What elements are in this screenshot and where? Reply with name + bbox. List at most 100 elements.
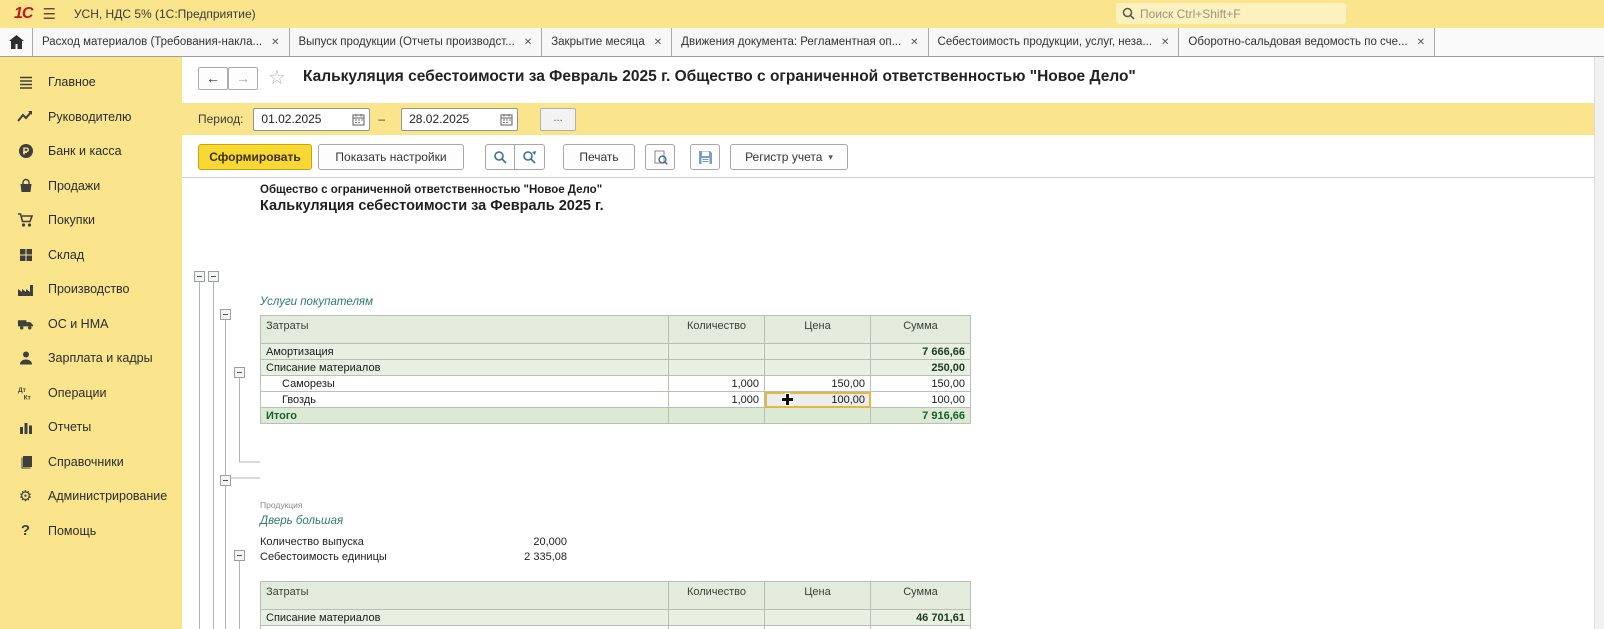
find-button[interactable]	[485, 144, 515, 170]
collapse-button[interactable]	[194, 271, 205, 282]
search-icon	[493, 150, 507, 164]
home-icon	[9, 35, 24, 49]
collapse-button[interactable]	[208, 271, 219, 282]
sidebar-item-manager[interactable]: Руководителю	[0, 100, 182, 135]
tab-document-movements[interactable]: Движения документа: Регламентная оп... ✕	[672, 28, 928, 56]
print-button[interactable]: Печать	[563, 144, 635, 170]
period-panel: Период: 01.02.2025 – 28.02.2025 ...	[182, 103, 1594, 135]
sidebar-item-payroll-hr[interactable]: Зарплата и кадры	[0, 341, 182, 376]
sidebar-item-sales[interactable]: Продажи	[0, 169, 182, 204]
sidebar-item-main[interactable]: Главное	[0, 65, 182, 100]
tab-close-icon[interactable]: ✕	[1161, 37, 1169, 48]
period-label: Период:	[198, 112, 243, 126]
sidebar-item-administration[interactable]: ⚙ Администрирование	[0, 479, 182, 514]
cell-cursor-icon	[781, 393, 794, 406]
section-kicker: Продукция	[260, 500, 303, 510]
svg-text:Дт: Дт	[18, 387, 27, 394]
global-search-input[interactable]: Поиск Ctrl+Shift+F	[1116, 3, 1346, 24]
table-header-row: Затраты Количество Цена Сумма	[261, 316, 971, 344]
main-menu-icon[interactable]: ☰	[42, 5, 55, 23]
table-row[interactable]: Саморезы 1,000 150,00 150,00	[261, 376, 971, 392]
print-preview-button[interactable]	[645, 144, 675, 170]
col-header[interactable]: Сумма	[871, 316, 971, 344]
tab-close-icon[interactable]: ✕	[910, 37, 918, 48]
col-header[interactable]: Затраты	[261, 316, 669, 344]
period-to-input[interactable]: 28.02.2025	[401, 108, 518, 131]
calendar-icon[interactable]	[352, 113, 365, 126]
report-toolbar: Сформировать Показать настройки Печать	[182, 135, 1604, 178]
sidebar-item-directories[interactable]: Справочники	[0, 445, 182, 480]
boxes-icon	[17, 246, 34, 263]
vertical-scrollbar[interactable]	[1594, 57, 1604, 629]
col-header[interactable]: Затраты	[261, 582, 669, 610]
sidebar-item-operations[interactable]: ДтКт Операции	[0, 376, 182, 411]
sidebar-item-fixed-assets[interactable]: ОС и НМА	[0, 307, 182, 342]
period-dash: –	[378, 112, 385, 126]
tab-close-icon[interactable]: ✕	[524, 37, 532, 48]
collapse-button[interactable]	[234, 367, 245, 378]
tab-close-icon[interactable]: ✕	[654, 37, 662, 48]
selected-cell[interactable]: 100,00	[765, 392, 871, 408]
ruble-icon: Р	[17, 143, 34, 160]
chart-icon	[17, 419, 34, 436]
generate-button[interactable]: Сформировать	[198, 144, 312, 170]
register-menu-button[interactable]: Регистр учета ▾	[730, 144, 848, 170]
collapse-button[interactable]	[234, 550, 245, 561]
sidebar-item-production[interactable]: Производство	[0, 272, 182, 307]
period-from-input[interactable]: 01.02.2025	[253, 108, 370, 131]
table-row[interactable]: Амортизация 7 666,66	[261, 344, 971, 360]
table-header-row: Затраты Количество Цена Сумма	[261, 582, 971, 610]
col-header[interactable]: Цена	[765, 582, 871, 610]
tab-month-closing[interactable]: Закрытие месяца ✕	[542, 28, 672, 56]
search-icon	[1122, 7, 1135, 20]
back-button[interactable]: ←	[198, 67, 228, 90]
col-header[interactable]: Сумма	[871, 582, 971, 610]
menu-icon	[17, 74, 34, 91]
tab-close-icon[interactable]: ✕	[271, 37, 279, 48]
period-more-button[interactable]: ...	[540, 108, 576, 131]
fact-row: Количество выпуска 20,000	[260, 536, 567, 551]
collapse-button[interactable]	[220, 475, 231, 486]
sidebar-item-help[interactable]: ? Помощь	[0, 514, 182, 549]
col-header[interactable]: Цена	[765, 316, 871, 344]
title-bar: 1С ☰ УСН, НДС 5% (1С:Предприятие) Поиск …	[0, 0, 1604, 28]
home-tab[interactable]	[0, 28, 33, 56]
col-header[interactable]: Количество	[669, 316, 765, 344]
cost-table-product: Затраты Количество Цена Сумма Списание м…	[260, 581, 971, 629]
forward-button[interactable]: →	[228, 67, 258, 90]
calendar-icon[interactable]	[500, 113, 513, 126]
chevron-down-icon: ▾	[828, 152, 833, 163]
table-row[interactable]: Списание материалов 46 701,61	[261, 610, 971, 626]
table-row[interactable]: Списание материалов 250,00	[261, 360, 971, 376]
show-settings-button[interactable]: Показать настройки	[318, 144, 464, 170]
favorite-star-icon[interactable]: ☆	[268, 65, 286, 90]
collapse-button[interactable]	[220, 309, 231, 320]
tab-close-icon[interactable]: ✕	[1417, 37, 1425, 48]
floppy-icon	[698, 150, 713, 165]
tab-material-expense[interactable]: Расход материалов (Требования-накла... ✕	[33, 28, 290, 56]
find-next-button[interactable]	[514, 144, 545, 170]
table-row[interactable]: ДОСКА ДУБОВАЯ 15,555 2 771,83 43 115,82	[261, 626, 971, 629]
window-title: УСН, НДС 5% (1С:Предприятие)	[74, 7, 256, 21]
tab-cost-of-production[interactable]: Себестоимость продукции, услуг, неза... …	[929, 28, 1180, 56]
sidebar-item-warehouse[interactable]: Склад	[0, 238, 182, 273]
dtkt-icon: ДтКт	[17, 384, 34, 401]
tab-turnover-balance-sheet[interactable]: Оборотно-сальдовая ведомость по сче... ✕	[1179, 28, 1435, 56]
table-total-row[interactable]: Итого 7 916,66	[261, 408, 971, 424]
truck-icon	[17, 315, 34, 332]
question-icon: ?	[17, 522, 34, 539]
product-facts: Количество выпуска 20,000 Себестоимость …	[260, 536, 567, 566]
report-window: ← → ☆ Калькуляция себестоимости за Февра…	[182, 57, 1604, 629]
sidebar-item-bank-cash[interactable]: Р Банк и касса	[0, 134, 182, 169]
cost-table-services: Затраты Количество Цена Сумма Амортизаци…	[260, 315, 971, 424]
trend-icon	[17, 108, 34, 125]
books-icon	[17, 453, 34, 470]
tab-production-output[interactable]: Выпуск продукции (Отчеты производст... ✕	[290, 28, 543, 56]
table-row[interactable]: Гвоздь 1,000 100,00 100,00	[261, 392, 971, 408]
sidebar-item-purchases[interactable]: Покупки	[0, 203, 182, 238]
company-name: Общество с ограниченной ответственностью…	[260, 184, 602, 196]
save-button[interactable]	[690, 144, 720, 170]
col-header[interactable]: Количество	[669, 582, 765, 610]
fact-row: Себестоимость единицы 2 335,08	[260, 551, 567, 566]
sidebar-item-reports[interactable]: Отчеты	[0, 410, 182, 445]
